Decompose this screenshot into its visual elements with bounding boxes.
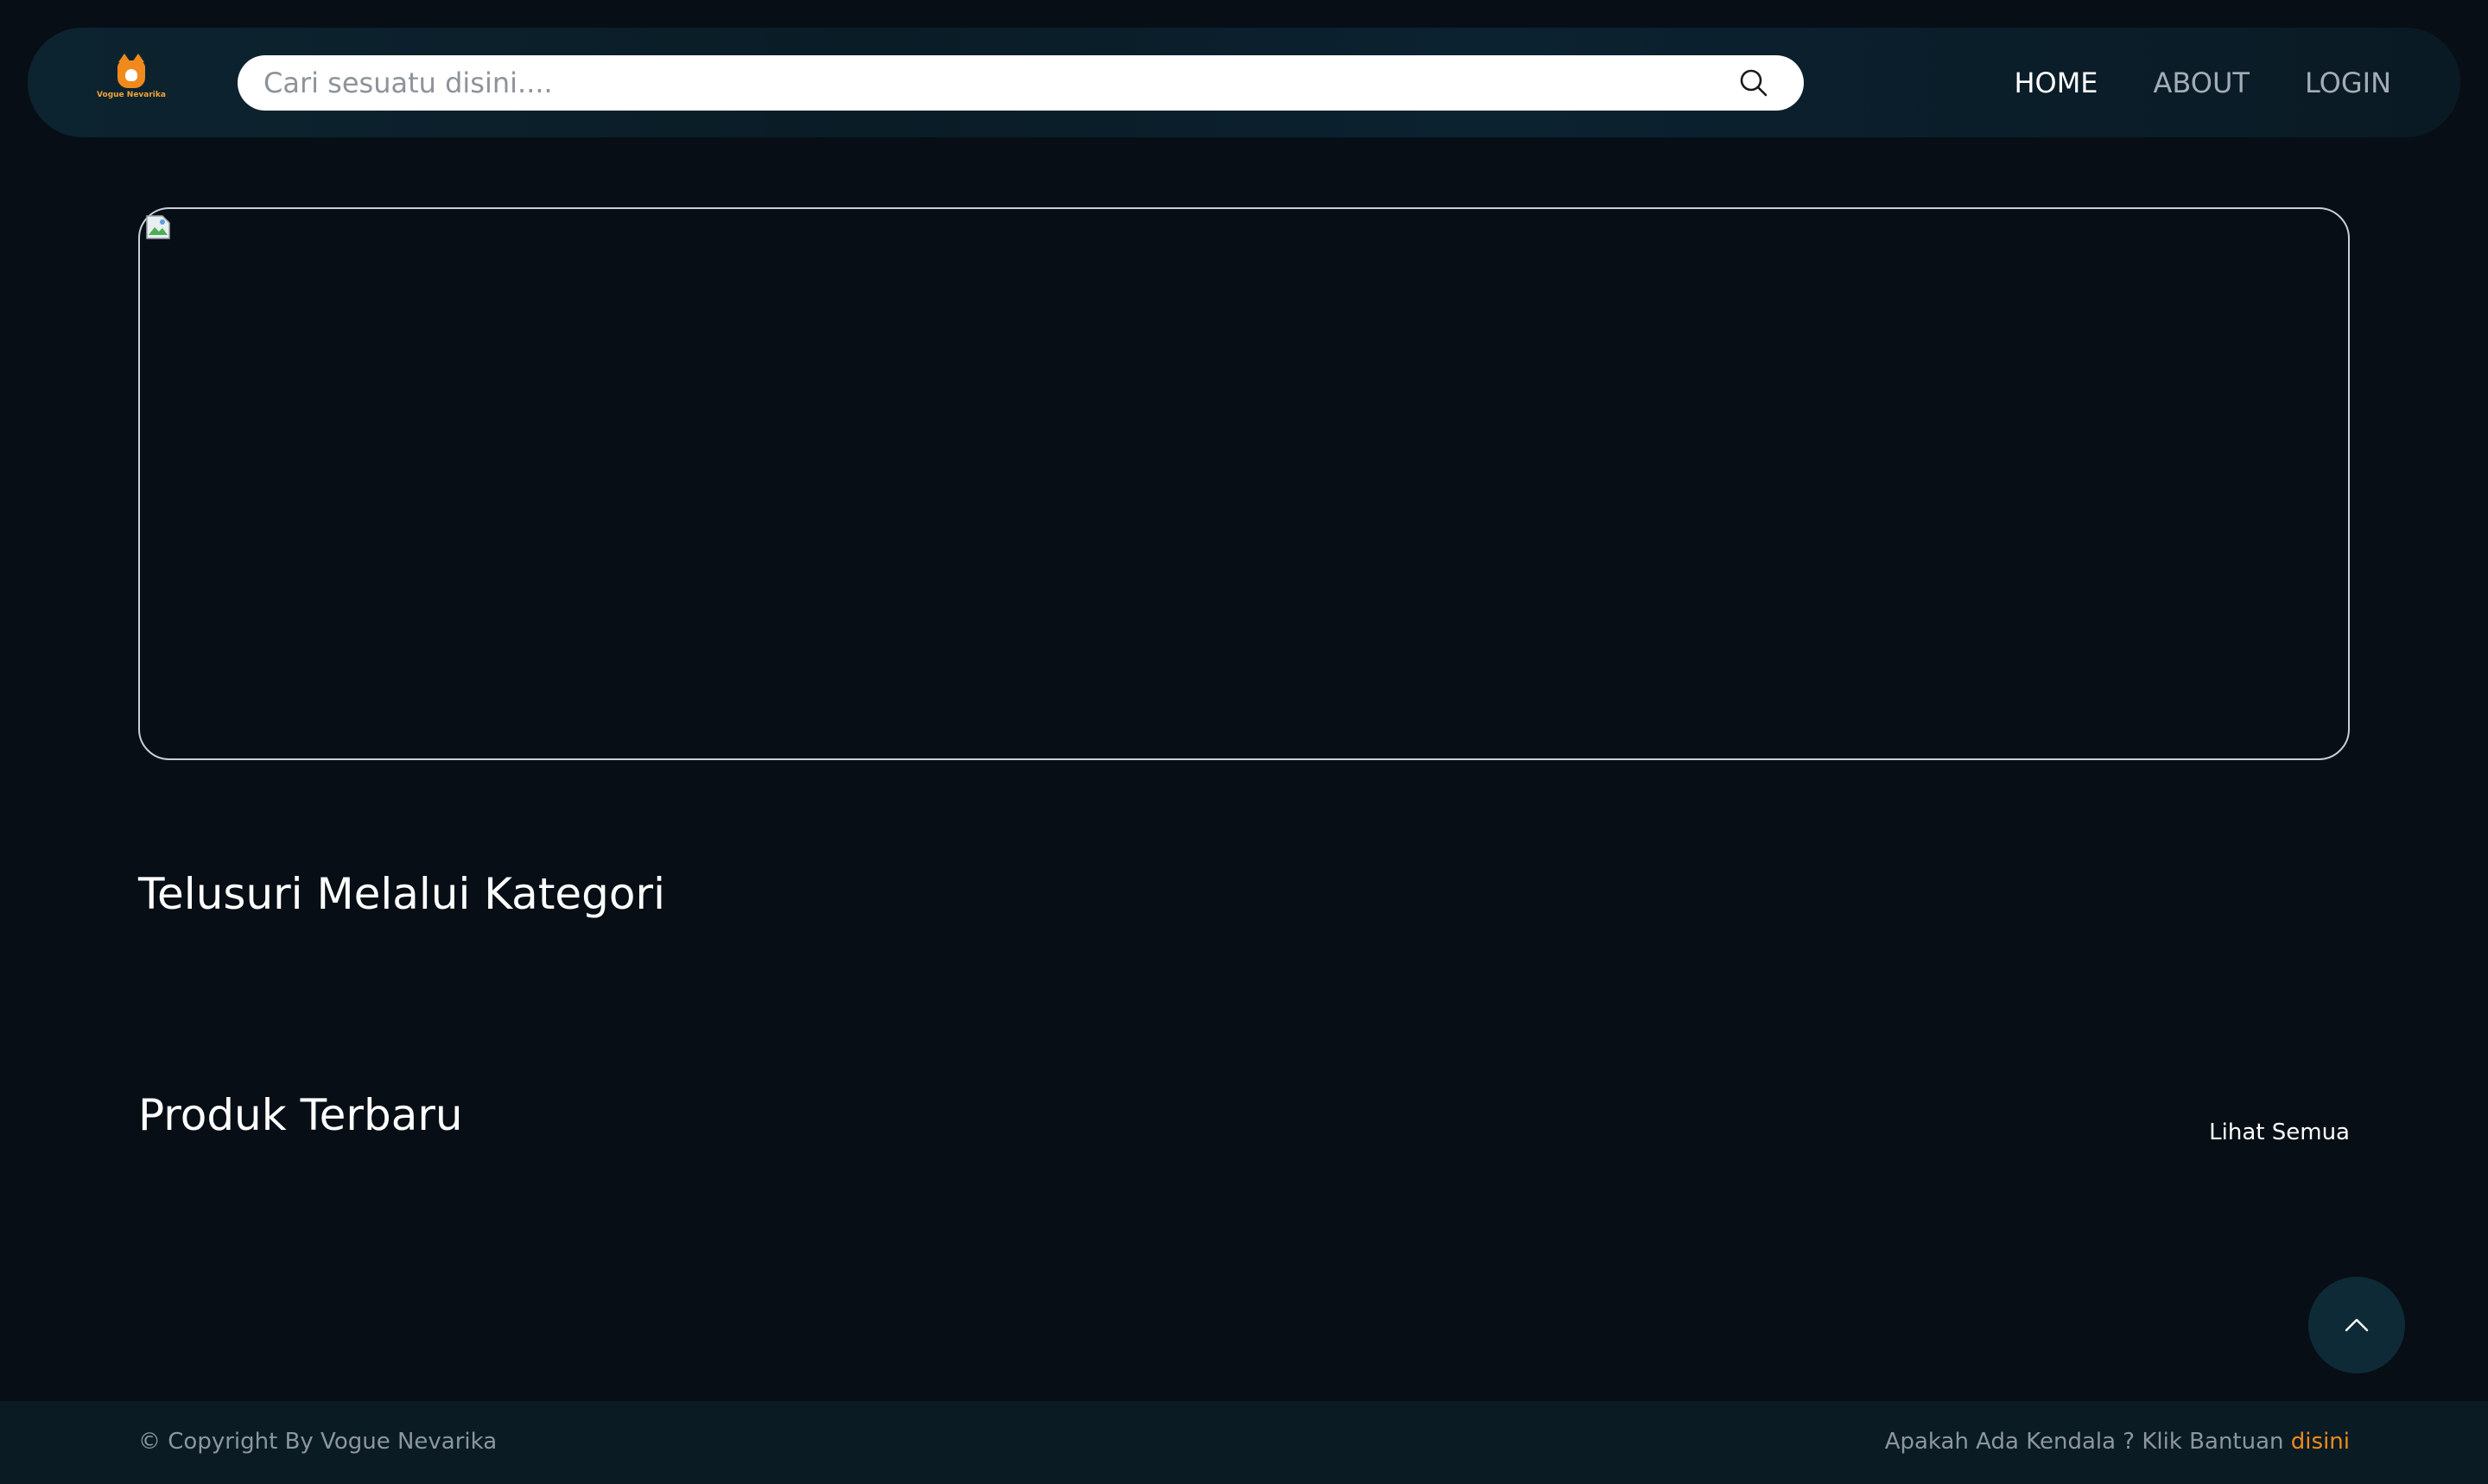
help-prefix: Apakah Ada Kendala ? Klik Bantuan (1884, 1429, 2291, 1455)
logo-face (125, 69, 137, 81)
footer: © Copyright By Vogue Nevarika Apakah Ada… (0, 1401, 2488, 1484)
nav-login[interactable]: LOGIN (2305, 67, 2391, 99)
hero-banner[interactable] (138, 207, 2350, 760)
chevron-up-icon (2345, 1318, 2369, 1332)
help-link[interactable]: disini (2291, 1429, 2350, 1455)
navbar: Vogue Nevarika HOME ABOUT LOGIN (28, 28, 2460, 137)
search-button[interactable] (1738, 67, 1769, 98)
see-all-link[interactable]: Lihat Semua (2209, 1119, 2350, 1145)
brand-logo[interactable]: Vogue Nevarika (81, 54, 181, 107)
nav-menu: HOME ABOUT LOGIN (2014, 28, 2391, 137)
help-text: Apakah Ada Kendala ? Klik Bantuan disini (1885, 1429, 2350, 1455)
search-icon (1740, 69, 1768, 97)
nav-home[interactable]: HOME (2014, 67, 2098, 99)
scroll-to-top-button[interactable] (2308, 1277, 2405, 1373)
broken-image-icon (146, 215, 170, 239)
nav-about[interactable]: ABOUT (2154, 67, 2250, 99)
page: Vogue Nevarika HOME ABOUT LOGIN Telusuri… (0, 0, 2488, 1484)
logo-text: Vogue Nevarika (97, 91, 166, 99)
search-bar (238, 55, 1804, 111)
latest-products-title: Produk Terbaru (138, 1090, 463, 1140)
search-input[interactable] (263, 55, 1698, 111)
copyright-text: © Copyright By Vogue Nevarika (138, 1429, 498, 1455)
categories-section-title: Telusuri Melalui Kategori (138, 869, 665, 919)
fox-logo-icon (117, 54, 145, 88)
